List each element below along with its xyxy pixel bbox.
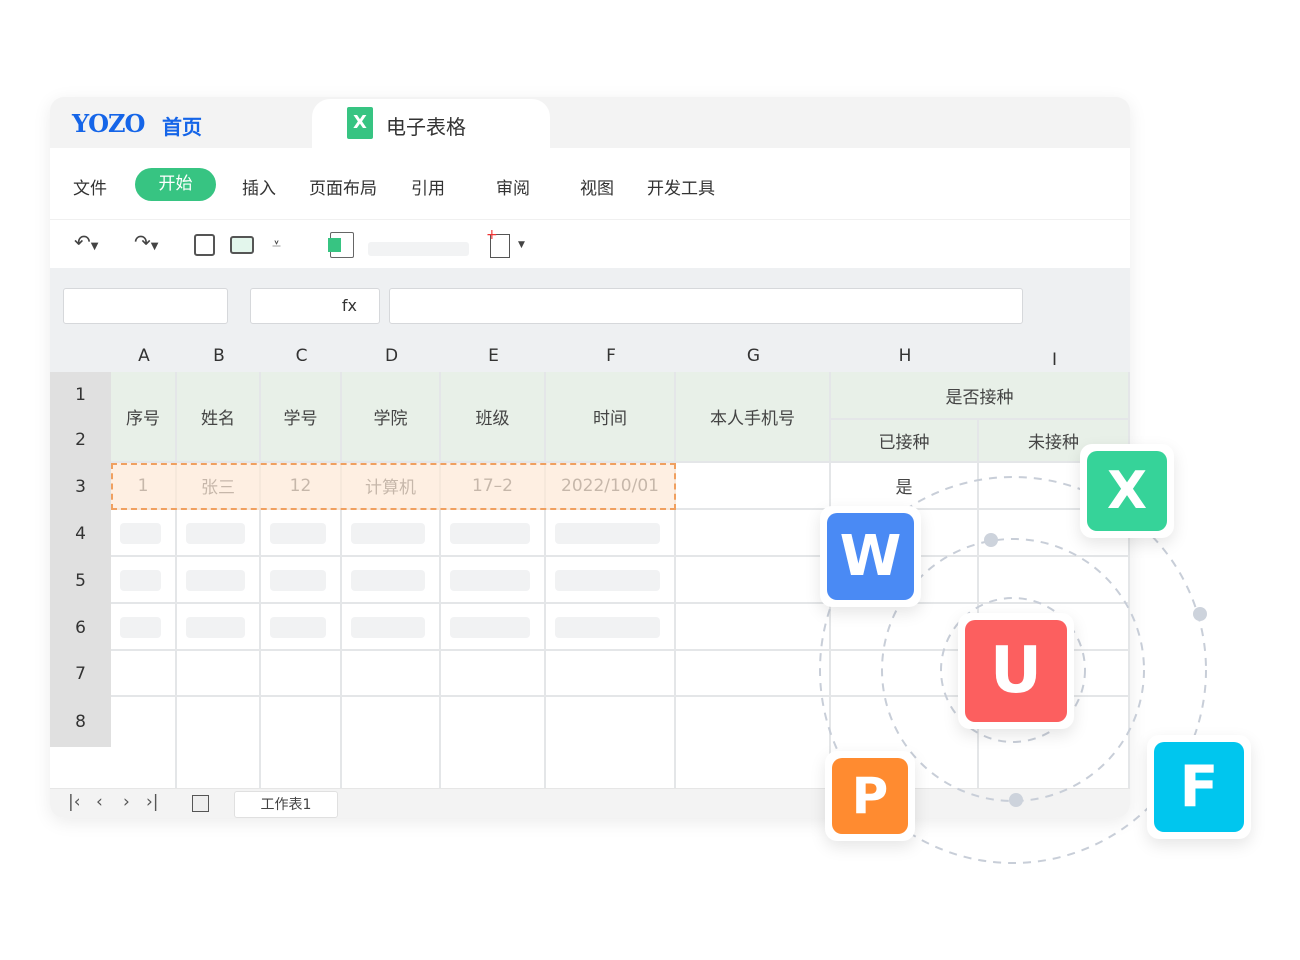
office-logo: U [965,620,1067,722]
word-app-icon[interactable]: W [820,506,921,607]
office-app-icon[interactable]: U [958,613,1074,729]
presentation-app-icon[interactable]: P [825,751,915,841]
pdf-logo: F [1154,742,1244,832]
sheet-logo: X [1087,451,1167,531]
word-logo: W [827,513,914,600]
orbit-dot [1193,607,1207,621]
sheet-app-icon[interactable]: X [1080,444,1174,538]
orbit-dot [1009,793,1023,807]
pdf-app-icon[interactable]: F [1147,735,1251,839]
orbit-dot [984,533,998,547]
presentation-logo: P [832,758,908,834]
